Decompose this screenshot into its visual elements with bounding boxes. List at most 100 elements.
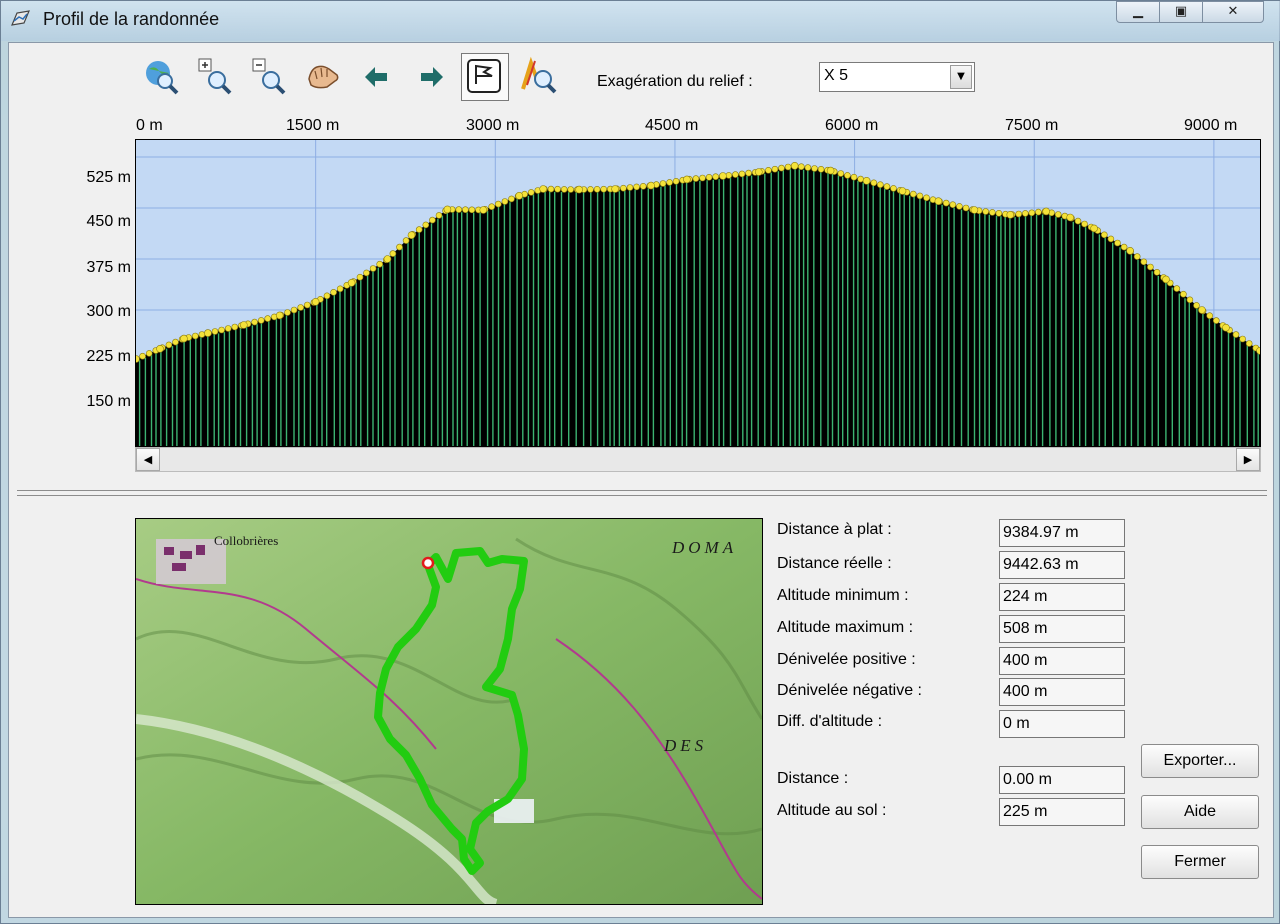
scroll-left-icon[interactable]: ◀ — [136, 448, 160, 471]
track-point — [429, 216, 436, 224]
route-map[interactable]: Collobrières DOMA DES — [135, 518, 763, 905]
stat-label-min-altitude: Altitude minimum : — [777, 587, 909, 604]
map-zoom-icon[interactable] — [517, 55, 561, 99]
minimize-button[interactable]: ▁ — [1116, 1, 1160, 23]
arrow-right-icon[interactable] — [409, 55, 453, 99]
track-point — [455, 206, 463, 213]
x-tick-label: 3000 m — [466, 117, 520, 134]
track-point — [639, 182, 647, 190]
track-point — [916, 192, 924, 200]
track-point — [211, 328, 219, 335]
track-point — [139, 352, 146, 360]
zoom-out-icon[interactable] — [247, 55, 291, 99]
track-point — [304, 301, 311, 309]
track-point — [1114, 239, 1121, 247]
x-tick-label: 6000 m — [825, 117, 879, 134]
arrow-left-icon[interactable] — [355, 55, 399, 99]
cursor-value-distance: 0.00 m — [999, 766, 1125, 794]
track-point — [1081, 220, 1088, 228]
track-point — [883, 183, 891, 190]
track-point — [811, 165, 818, 172]
pan-hand-icon[interactable] — [301, 55, 345, 99]
profile-scrollbar[interactable]: ◀ ▶ — [135, 447, 1261, 472]
elevation-data-point — [383, 255, 392, 263]
track-point — [257, 317, 265, 324]
zoom-globe-icon[interactable] — [139, 55, 183, 99]
elevation-data-point — [683, 175, 691, 184]
track-point — [850, 173, 858, 181]
x-tick-label: 9000 m — [1184, 117, 1238, 134]
elevation-data-point — [826, 166, 835, 175]
scroll-right-icon[interactable]: ▶ — [1236, 448, 1260, 471]
chevron-down-icon[interactable]: ▼ — [950, 65, 972, 89]
track-point — [330, 289, 337, 296]
elevation-data-point — [204, 329, 212, 337]
relief-select[interactable]: X 5 ▼ — [819, 62, 975, 92]
elevation-profile-svg — [136, 140, 1260, 446]
elevation-data-point — [934, 197, 943, 206]
track-point — [962, 204, 970, 212]
close-button[interactable]: ✕ — [1202, 1, 1264, 23]
track-point — [1120, 243, 1128, 251]
track-point — [402, 237, 410, 244]
map-label-des: DES — [663, 736, 707, 755]
x-tick-label: 0 m — [136, 117, 163, 134]
track-point — [784, 163, 792, 171]
elevation-data-point — [443, 205, 452, 214]
track-point — [527, 189, 535, 196]
y-tick-label: 450 m — [86, 213, 131, 230]
elevation-data-point — [790, 161, 799, 170]
track-point — [468, 206, 476, 214]
track-point — [501, 198, 509, 205]
track-point — [1107, 235, 1115, 243]
track-point — [593, 185, 601, 193]
map-label-domain: DOMA — [671, 538, 737, 557]
track-point — [620, 184, 627, 192]
elevation-data-point — [719, 172, 727, 180]
track-point — [1153, 269, 1161, 276]
elevation-data-point — [311, 298, 320, 306]
track-point — [745, 169, 752, 177]
track-point — [995, 210, 1003, 217]
track-point — [1021, 210, 1029, 217]
track-point — [435, 212, 443, 219]
elevation-profile-chart[interactable] — [135, 139, 1261, 447]
track-point — [633, 183, 640, 191]
track-point — [1213, 317, 1220, 324]
track-point — [765, 166, 772, 174]
track-point — [356, 273, 364, 281]
profile-flag-icon[interactable] — [461, 53, 509, 101]
elevation-data-point — [180, 334, 188, 343]
track-point — [1035, 208, 1042, 216]
stat-label-altitude-diff: Diff. d'altitude : — [777, 713, 883, 730]
x-tick-label: 7500 m — [1005, 117, 1059, 134]
x-tick-label: 1500 m — [286, 117, 340, 134]
help-button[interactable]: Aide — [1141, 795, 1259, 829]
zoom-in-icon[interactable] — [193, 55, 237, 99]
elevation-data-point — [1042, 207, 1051, 216]
track-point — [145, 350, 153, 357]
track-point — [1245, 340, 1253, 347]
track-point — [554, 185, 561, 193]
track-point — [462, 206, 469, 213]
close-dialog-button[interactable]: Fermer — [1141, 845, 1259, 879]
maximize-button[interactable]: ▣ — [1159, 1, 1203, 23]
panel-separator[interactable] — [17, 490, 1267, 496]
track-point — [666, 179, 673, 186]
track-point — [290, 306, 298, 314]
track-point — [1133, 253, 1141, 260]
dialog-client: Exagération du relief : X 5 ▼ 0 m 1500 m… — [8, 42, 1274, 918]
track-point — [659, 180, 667, 187]
track-point — [488, 203, 496, 210]
relief-label: Exagération du relief : — [597, 73, 753, 90]
export-button[interactable]: Exporter... — [1141, 744, 1259, 778]
stat-value-real-distance: 9442.63 m — [999, 551, 1125, 579]
track-point — [567, 186, 575, 193]
y-tick-label: 525 m — [86, 169, 131, 186]
cursor-label-distance: Distance : — [777, 770, 849, 787]
stat-value-flat-distance: 9384.97 m — [999, 519, 1125, 547]
track-point — [1239, 335, 1246, 343]
elevation-data-point — [970, 206, 979, 214]
track-point — [988, 209, 996, 216]
track-point — [923, 194, 930, 202]
